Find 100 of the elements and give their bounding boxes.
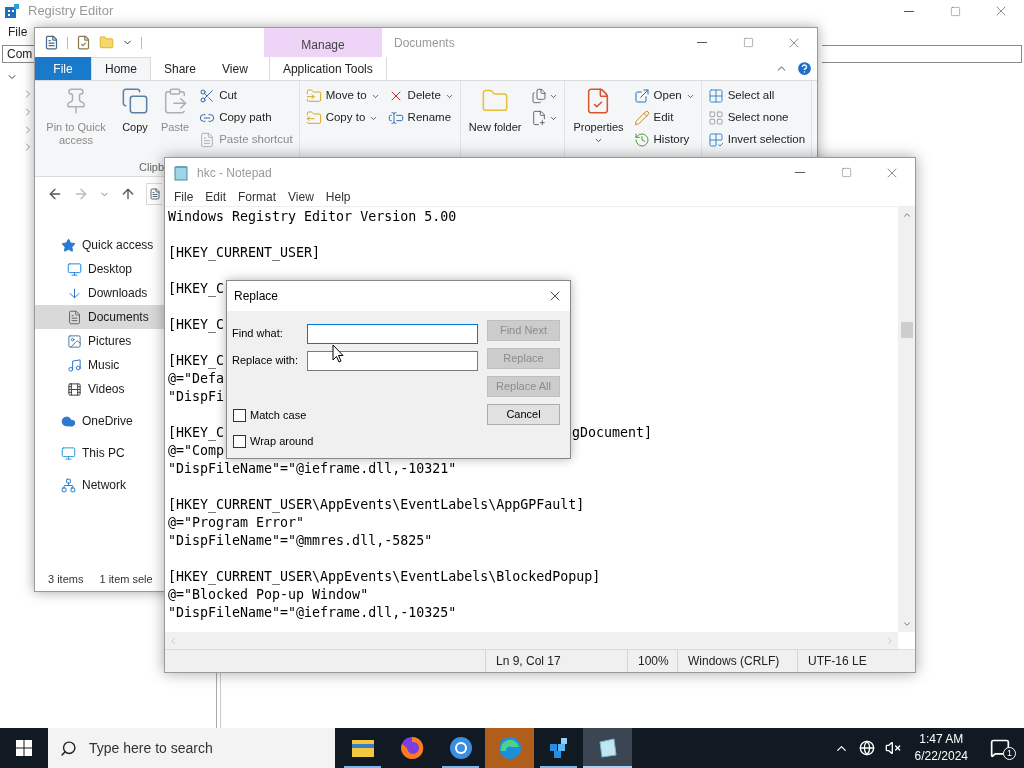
sidebar-item[interactable]: Music (35, 353, 164, 377)
checkbox[interactable] (233, 434, 246, 448)
ribbon-button[interactable]: New folder (464, 81, 526, 134)
volume-icon[interactable] (884, 740, 901, 756)
ribbon-button[interactable]: Select all (705, 85, 808, 107)
menu-item[interactable]: Format (232, 187, 283, 206)
address-field[interactable] (822, 45, 1022, 63)
search-field[interactable]: Type here to search (48, 728, 335, 768)
registry-icon (4, 3, 20, 19)
fox-globe-icon (399, 736, 424, 760)
checkbox[interactable] (233, 408, 246, 422)
sidebar-item[interactable]: Quick access (35, 233, 164, 257)
sidebar-item[interactable]: OneDrive (35, 409, 164, 433)
maximize-icon (949, 5, 961, 17)
folder-copy-icon (305, 110, 322, 126)
select-all-icon (707, 88, 724, 104)
sidebar-item[interactable]: Pictures (35, 329, 164, 353)
ribbon-tab[interactable]: View (209, 57, 261, 80)
ribbon-tab[interactable]: Home (91, 57, 151, 80)
ribbon-button[interactable]: Edit (631, 107, 697, 129)
sidebar-item[interactable]: Documents (35, 305, 164, 329)
text-field[interactable] (307, 323, 478, 344)
help-icon[interactable] (796, 60, 813, 77)
folder-icon (350, 738, 375, 758)
cloud-icon (61, 413, 76, 429)
notification-badge: 1 (1003, 747, 1016, 760)
horizontal-scrollbar[interactable] (165, 632, 898, 649)
file-tab[interactable]: File (35, 57, 91, 80)
menu-item[interactable]: File (168, 187, 200, 206)
download-icon (67, 285, 82, 301)
text-field[interactable] (307, 350, 478, 371)
maximize-icon (742, 37, 754, 48)
forward-icon[interactable] (73, 186, 89, 202)
checkbox-label: Match case (250, 407, 307, 423)
text-line: [HKEY_CURRENT_USER\AppEvents\EventLabels\AppGPFault] (168, 497, 585, 512)
ribbon-button[interactable]: Copy to (303, 107, 382, 129)
picture-icon (67, 333, 82, 349)
monitor-icon (67, 261, 82, 277)
notification-icon[interactable] (990, 738, 1010, 758)
back-icon[interactable] (47, 186, 63, 202)
scissors-icon (199, 88, 216, 104)
minimize-icon (904, 10, 914, 12)
cursor-icon (332, 344, 344, 363)
star-icon (61, 237, 76, 253)
sidebar-item[interactable]: Downloads (35, 281, 164, 305)
up-icon[interactable] (120, 186, 136, 202)
search-icon (60, 739, 77, 757)
ribbon-button[interactable]: Rename (385, 107, 456, 129)
window-title: hkc - Notepad (197, 164, 272, 182)
dialog-button[interactable]: Cancel (487, 404, 560, 425)
invert-selection-icon (707, 132, 724, 148)
sidebar-item[interactable]: Network (35, 473, 164, 497)
minimize-icon (795, 172, 805, 173)
swirl-icon (497, 736, 522, 760)
edit-icon (633, 110, 650, 126)
folder-move-icon (305, 88, 322, 104)
text-line: Windows Registry Editor Version 5.00 (168, 209, 457, 224)
ribbon-button[interactable]: Select none (705, 107, 808, 129)
ribbon-button[interactable]: Move to (303, 85, 382, 107)
vertical-scrollbar[interactable] (898, 207, 915, 632)
sidebar-item[interactable]: Videos (35, 377, 164, 401)
checkbox-file-icon[interactable] (76, 35, 91, 50)
maximize-icon (840, 167, 852, 178)
menu-item[interactable]: Edit (199, 187, 233, 206)
ribbon-button[interactable]: Delete (385, 85, 456, 107)
ribbon-tab[interactable]: Application Tools (268, 57, 387, 80)
menu-item[interactable]: View (282, 187, 320, 206)
text-line: [HKEY_C (168, 353, 225, 368)
ribbon-button[interactable]: Open (631, 85, 697, 107)
text-line: @="Blocked Pop-up Window" (168, 587, 369, 602)
sidebar-item[interactable]: Desktop (35, 257, 164, 281)
scroll-up-icon (901, 210, 912, 220)
window-title: Documents (394, 34, 455, 52)
text-line: "DispFi (168, 389, 225, 404)
text-line: "DispFileName"="@ieframe.dll,-10325" (168, 605, 457, 620)
menu-item[interactable]: File (4, 23, 32, 41)
text-line: @="Defa (168, 371, 225, 386)
field-label: Find what: (232, 326, 284, 342)
ribbon-button[interactable]: Copy path (197, 107, 295, 129)
notepad-icon (173, 164, 189, 181)
new-item-icon (531, 88, 548, 104)
ribbon-button[interactable]: Copy (117, 81, 153, 134)
ribbon-button[interactable]: Cut (197, 85, 295, 107)
group-label: Clipb (139, 160, 165, 175)
network-icon[interactable] (858, 740, 875, 756)
text-line: [HKEY_CURRENT_USER\AppEvents\EventLabels\BlockedPopup] (168, 569, 601, 584)
text-line: gDocument] (572, 424, 653, 442)
menu-item[interactable]: Help (319, 187, 357, 206)
ribbon-button[interactable]: Invert selection (705, 129, 808, 151)
ribbon-button[interactable]: Properties (569, 81, 628, 145)
status-text: 1 item sele (99, 571, 153, 587)
sidebar-item[interactable]: This PC (35, 441, 164, 465)
scroll-left-icon (168, 635, 178, 646)
taskbar-app[interactable] (583, 728, 632, 768)
ribbon-button[interactable]: History (631, 129, 697, 151)
scroll-thumb[interactable] (900, 321, 913, 338)
status-text: 100% (638, 653, 669, 670)
ribbon-tab[interactable]: Share (151, 57, 210, 80)
film-icon (67, 381, 82, 397)
status-text: Ln 9, Col 17 (496, 653, 561, 670)
